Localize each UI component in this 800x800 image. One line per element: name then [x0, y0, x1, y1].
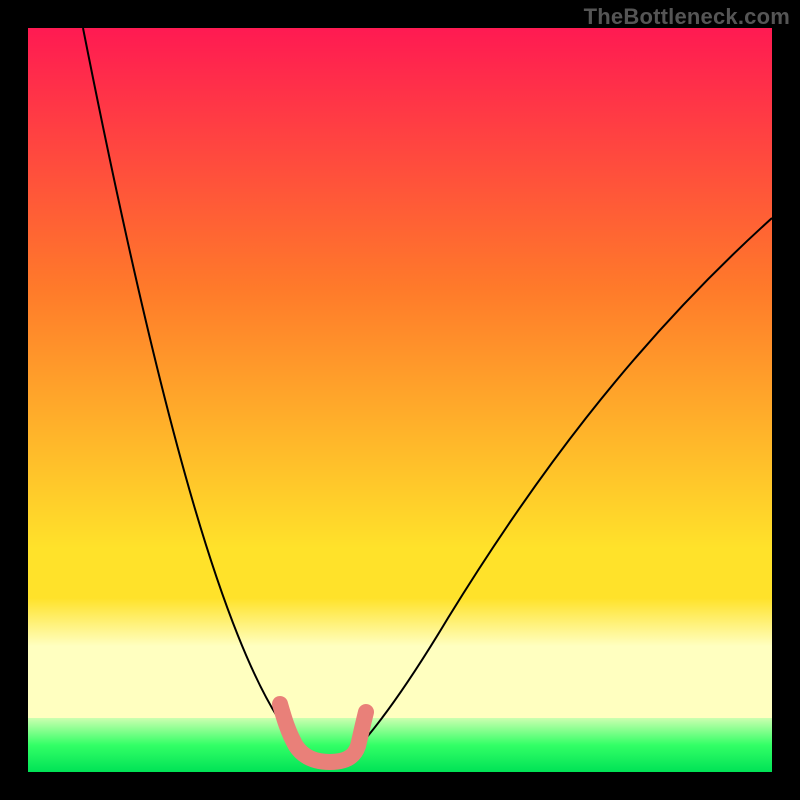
- chart-plot-area: [28, 28, 772, 772]
- watermark-text: TheBottleneck.com: [584, 4, 790, 30]
- chart-frame: TheBottleneck.com: [0, 0, 800, 800]
- green-band: [28, 718, 772, 772]
- chart-svg: [28, 28, 772, 772]
- pale-band: [28, 598, 772, 718]
